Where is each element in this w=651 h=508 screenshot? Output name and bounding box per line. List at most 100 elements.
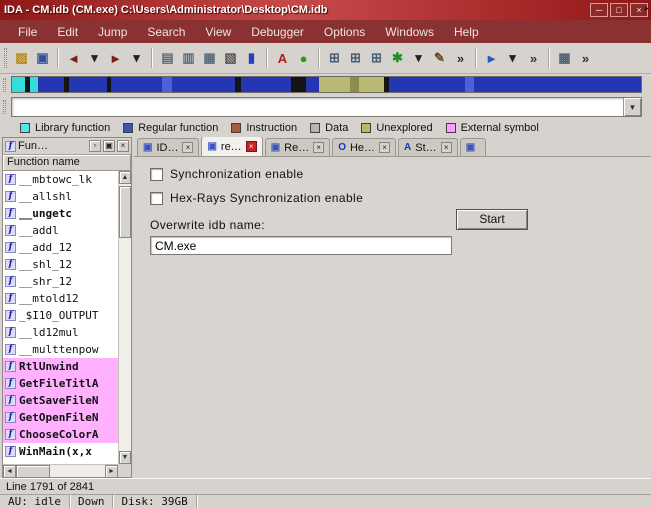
dock-close-icon[interactable]: × <box>117 140 129 152</box>
dock-float-icon[interactable]: ▣ <box>103 140 115 152</box>
tab-close-icon[interactable]: × <box>379 142 391 153</box>
maximize-icon[interactable]: □ <box>610 3 628 17</box>
add-breakpoint-icon[interactable]: ⊞ <box>324 48 345 69</box>
function-row[interactable]: f __ungetc <box>3 205 118 222</box>
nav-band-segment[interactable] <box>161 77 172 92</box>
debugger-enable-icon[interactable]: ● <box>293 48 314 69</box>
function-row[interactable]: f ChooseColorA <box>3 426 118 443</box>
nav-band-segment[interactable] <box>474 77 641 92</box>
function-row[interactable]: f GetFileTitlA <box>3 375 118 392</box>
minimize-icon[interactable]: ─ <box>590 3 608 17</box>
function-row[interactable]: f __multtenpow <box>3 341 118 358</box>
function-row[interactable]: f RtlUnwind <box>3 358 118 375</box>
edit-icon[interactable]: ✎ <box>429 48 450 69</box>
jump-function-icon[interactable]: ▦ <box>199 48 220 69</box>
new-snapshot-icon[interactable]: ✱ <box>387 48 408 69</box>
menu-windows[interactable]: Windows <box>375 22 444 42</box>
more-tools-icon[interactable]: » <box>450 48 471 69</box>
more-run-icon[interactable]: » <box>523 48 544 69</box>
nav-band-segment[interactable] <box>359 77 385 92</box>
tab-strings[interactable]: A St… × <box>398 138 458 156</box>
combobox-value[interactable] <box>12 98 623 116</box>
run-until-icon[interactable]: ⊞ <box>366 48 387 69</box>
horizontal-scrollbar[interactable]: ◄ ► <box>3 464 118 478</box>
menu-debugger[interactable]: Debugger <box>241 22 314 42</box>
nav-back-menu-icon[interactable]: ▾ <box>84 48 105 69</box>
jump-address-icon[interactable]: ▤ <box>157 48 178 69</box>
nav-band-segment[interactable] <box>38 77 64 92</box>
menu-search[interactable]: Search <box>137 22 195 42</box>
scrollbar-thumb[interactable] <box>16 465 50 478</box>
nav-band-segment[interactable] <box>240 77 292 92</box>
scroll-up-icon[interactable]: ▲ <box>119 171 131 184</box>
function-row[interactable]: f __mbtowc_lk <box>3 171 118 188</box>
tab-rem[interactable]: ▣ Re… × <box>264 138 331 156</box>
function-row[interactable]: f __shl_12 <box>3 256 118 273</box>
sync-checkbox[interactable] <box>150 167 163 181</box>
function-row[interactable]: f __ld12mul <box>3 324 118 341</box>
chevron-down-icon[interactable]: ▼ <box>623 98 641 116</box>
menu-jump[interactable]: Jump <box>88 22 137 42</box>
windows-icon[interactable]: ▦ <box>554 48 575 69</box>
function-row[interactable]: f WinMain(x,x <box>3 443 118 460</box>
tab-close-icon[interactable]: × <box>182 142 194 153</box>
tab-close-icon[interactable]: × <box>245 141 257 152</box>
start-button[interactable]: Start <box>456 209 528 230</box>
jump-name-icon[interactable]: ▥ <box>178 48 199 69</box>
tab-close-icon[interactable]: × <box>313 142 325 153</box>
address-combobox[interactable]: ▼ <box>11 97 642 117</box>
text-search-icon[interactable]: A <box>272 48 293 69</box>
menu-view[interactable]: View <box>195 22 241 42</box>
function-row[interactable]: f __shr_12 <box>3 273 118 290</box>
nav-band-segment[interactable] <box>12 77 25 92</box>
nav-band-segment[interactable] <box>350 77 360 92</box>
function-row[interactable]: f _$I10_OUTPUT <box>3 307 118 324</box>
menu-options[interactable]: Options <box>314 22 375 42</box>
nav-forward-icon[interactable]: ► <box>105 48 126 69</box>
tab-hex-view[interactable]: O He… × <box>332 138 397 156</box>
scroll-down-icon[interactable]: ▼ <box>119 451 131 464</box>
function-row[interactable]: f GetSaveFileN <box>3 392 118 409</box>
run-icon[interactable]: ► <box>481 48 502 69</box>
navigator-icon[interactable]: ▮ <box>241 48 262 69</box>
nav-forward-menu-icon[interactable]: ▾ <box>126 48 147 69</box>
nav-band-segment[interactable] <box>306 77 319 92</box>
tab-re-tool[interactable]: ▣ re… × <box>201 137 263 156</box>
print-icon[interactable]: ▧ <box>220 48 241 69</box>
tab-partial[interactable]: ▣ <box>459 138 486 156</box>
menu-edit[interactable]: Edit <box>47 22 88 42</box>
nav-band-segment[interactable] <box>291 77 307 92</box>
nav-band-segment[interactable] <box>29 77 39 92</box>
tab-close-icon[interactable]: × <box>440 142 452 153</box>
function-row[interactable]: f __mtold12 <box>3 290 118 307</box>
drag-handle[interactable] <box>3 78 6 92</box>
dock-restore-icon[interactable]: ▫ <box>89 140 101 152</box>
column-header-function-name[interactable]: Function name <box>3 155 131 171</box>
idb-name-input[interactable] <box>150 236 452 255</box>
open-file-icon[interactable]: ▨ <box>11 48 32 69</box>
scrollbar-thumb[interactable] <box>119 186 131 238</box>
nav-back-icon[interactable]: ◄ <box>63 48 84 69</box>
function-row[interactable]: f GetOpenFileN <box>3 409 118 426</box>
more-windows-icon[interactable]: » <box>575 48 596 69</box>
nav-band-segment[interactable] <box>69 77 107 92</box>
nav-band-segment[interactable] <box>111 77 162 92</box>
nav-band-segment[interactable] <box>389 77 465 92</box>
toolbar-drag-handle[interactable] <box>4 48 7 68</box>
function-row[interactable]: f __allshl <box>3 188 118 205</box>
tab-ida-view[interactable]: ▣ ID… × <box>137 138 200 156</box>
menu-file[interactable]: File <box>8 22 47 42</box>
scroll-left-icon[interactable]: ◄ <box>3 465 16 478</box>
drag-handle[interactable] <box>3 100 6 114</box>
vertical-scrollbar[interactable]: ▲ ▼ <box>118 171 131 464</box>
nav-band-segment[interactable] <box>318 77 351 92</box>
snapshot-menu-icon[interactable]: ▾ <box>408 48 429 69</box>
nav-band-segment[interactable] <box>464 77 475 92</box>
scroll-right-icon[interactable]: ► <box>105 465 118 478</box>
function-row[interactable]: f __addl <box>3 222 118 239</box>
menu-help[interactable]: Help <box>444 22 489 42</box>
nav-band-segment[interactable] <box>171 77 235 92</box>
add-watch-icon[interactable]: ⊞ <box>345 48 366 69</box>
save-icon[interactable]: ▣ <box>32 48 53 69</box>
run-menu-icon[interactable]: ▾ <box>502 48 523 69</box>
